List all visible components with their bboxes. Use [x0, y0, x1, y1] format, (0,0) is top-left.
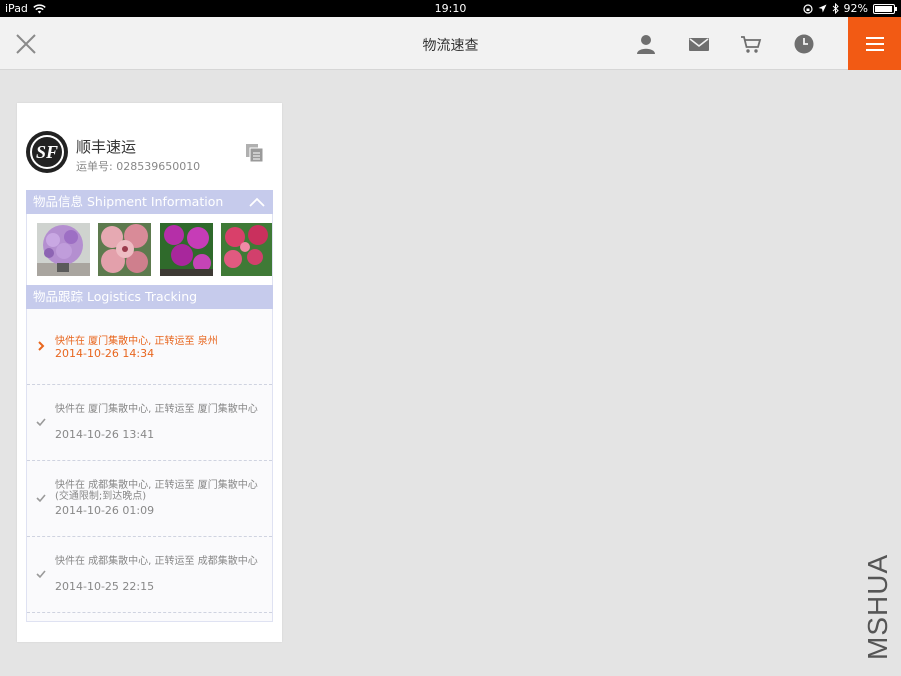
- chevron-up-icon[interactable]: [249, 196, 265, 208]
- tracking-list: 快件在 厦门集散中心, 正转运至 泉州 2014-10-26 14:34 快件在…: [26, 309, 273, 622]
- tracking-event-date: 2014-10-26 13:41: [55, 428, 155, 441]
- tracking-number: 运单号: 028539650010: [76, 160, 201, 173]
- mail-icon[interactable]: [688, 33, 710, 55]
- check-icon: [36, 494, 46, 503]
- shipment-card: SF 顺丰速运 运单号: 028539650010 物品信息 Shipment …: [17, 103, 282, 642]
- sf-logo: SF: [26, 131, 68, 173]
- check-icon: [36, 570, 46, 579]
- chevron-right-icon: [38, 341, 45, 351]
- item-photo[interactable]: [37, 223, 90, 276]
- cart-icon[interactable]: [740, 33, 762, 55]
- logistics-tracking-header: 物品跟踪 Logistics Tracking: [26, 285, 273, 309]
- shipment-photos: [26, 214, 273, 285]
- battery-icon: [873, 3, 897, 14]
- tracking-event-date: 2014-10-26 14:34: [55, 347, 155, 360]
- tracking-event: 快件在 成都集散中心, 正转运至 成都集散中心 2014-10-25 22:15: [27, 537, 272, 613]
- tracking-event-date: 2014-10-25 22:15: [55, 580, 155, 593]
- status-bar: iPad 19:10 92%: [0, 0, 901, 17]
- tracking-event: 快件在 厦门集散中心, 正转运至 泉州 2014-10-26 14:34: [27, 309, 272, 385]
- tracking-event-desc: 快件在 成都集散中心, 正转运至 厦门集散中心(交通限制;到达晚点): [55, 480, 258, 502]
- item-photo[interactable]: [160, 223, 213, 276]
- watermark-text: MSHUA: [862, 553, 893, 660]
- nav-bar: 物流速查: [0, 17, 901, 70]
- menu-button[interactable]: [848, 17, 901, 70]
- tracking-event-desc: 快件在 厦门集散中心, 正转运至 泉州: [55, 336, 218, 347]
- logistics-tracking-title: 物品跟踪 Logistics Tracking: [33, 289, 198, 304]
- tracking-event: 快件在 成都集散中心, 正转运至 厦门集散中心(交通限制;到达晚点) 2014-…: [27, 461, 272, 537]
- tracking-event-desc: 快件在 厦门集散中心, 正转运至 厦门集散中心: [55, 404, 258, 415]
- user-icon[interactable]: [635, 33, 657, 55]
- check-icon: [36, 418, 46, 427]
- tracking-event: 快件在 厦门集散中心, 正转运至 厦门集散中心 2014-10-26 13:41: [27, 385, 272, 461]
- shipment-info-header[interactable]: 物品信息 Shipment Information: [26, 190, 273, 214]
- copy-icon[interactable]: [245, 143, 265, 163]
- status-time: 19:10: [434, 2, 467, 15]
- tracking-event-date: 2014-10-26 01:09: [55, 504, 155, 517]
- carrier-header: SF 顺丰速运 运单号: 028539650010: [26, 131, 276, 175]
- item-photo[interactable]: [221, 223, 272, 276]
- page-title: 物流速查: [422, 38, 479, 54]
- battery-percent: 92%: [843, 2, 868, 15]
- menu-icon: [865, 36, 884, 51]
- item-photo[interactable]: [98, 223, 151, 276]
- location-arrow-icon: [818, 4, 827, 13]
- lock-rotation-icon: [802, 3, 813, 14]
- bluetooth-icon: [832, 3, 839, 14]
- shipment-info-title: 物品信息 Shipment Information: [33, 194, 224, 209]
- tracking-event-desc: 快件在 成都集散中心, 正转运至 成都集散中心: [55, 556, 258, 567]
- clock-icon[interactable]: [793, 33, 815, 55]
- carrier-name: 顺丰速运: [76, 138, 137, 156]
